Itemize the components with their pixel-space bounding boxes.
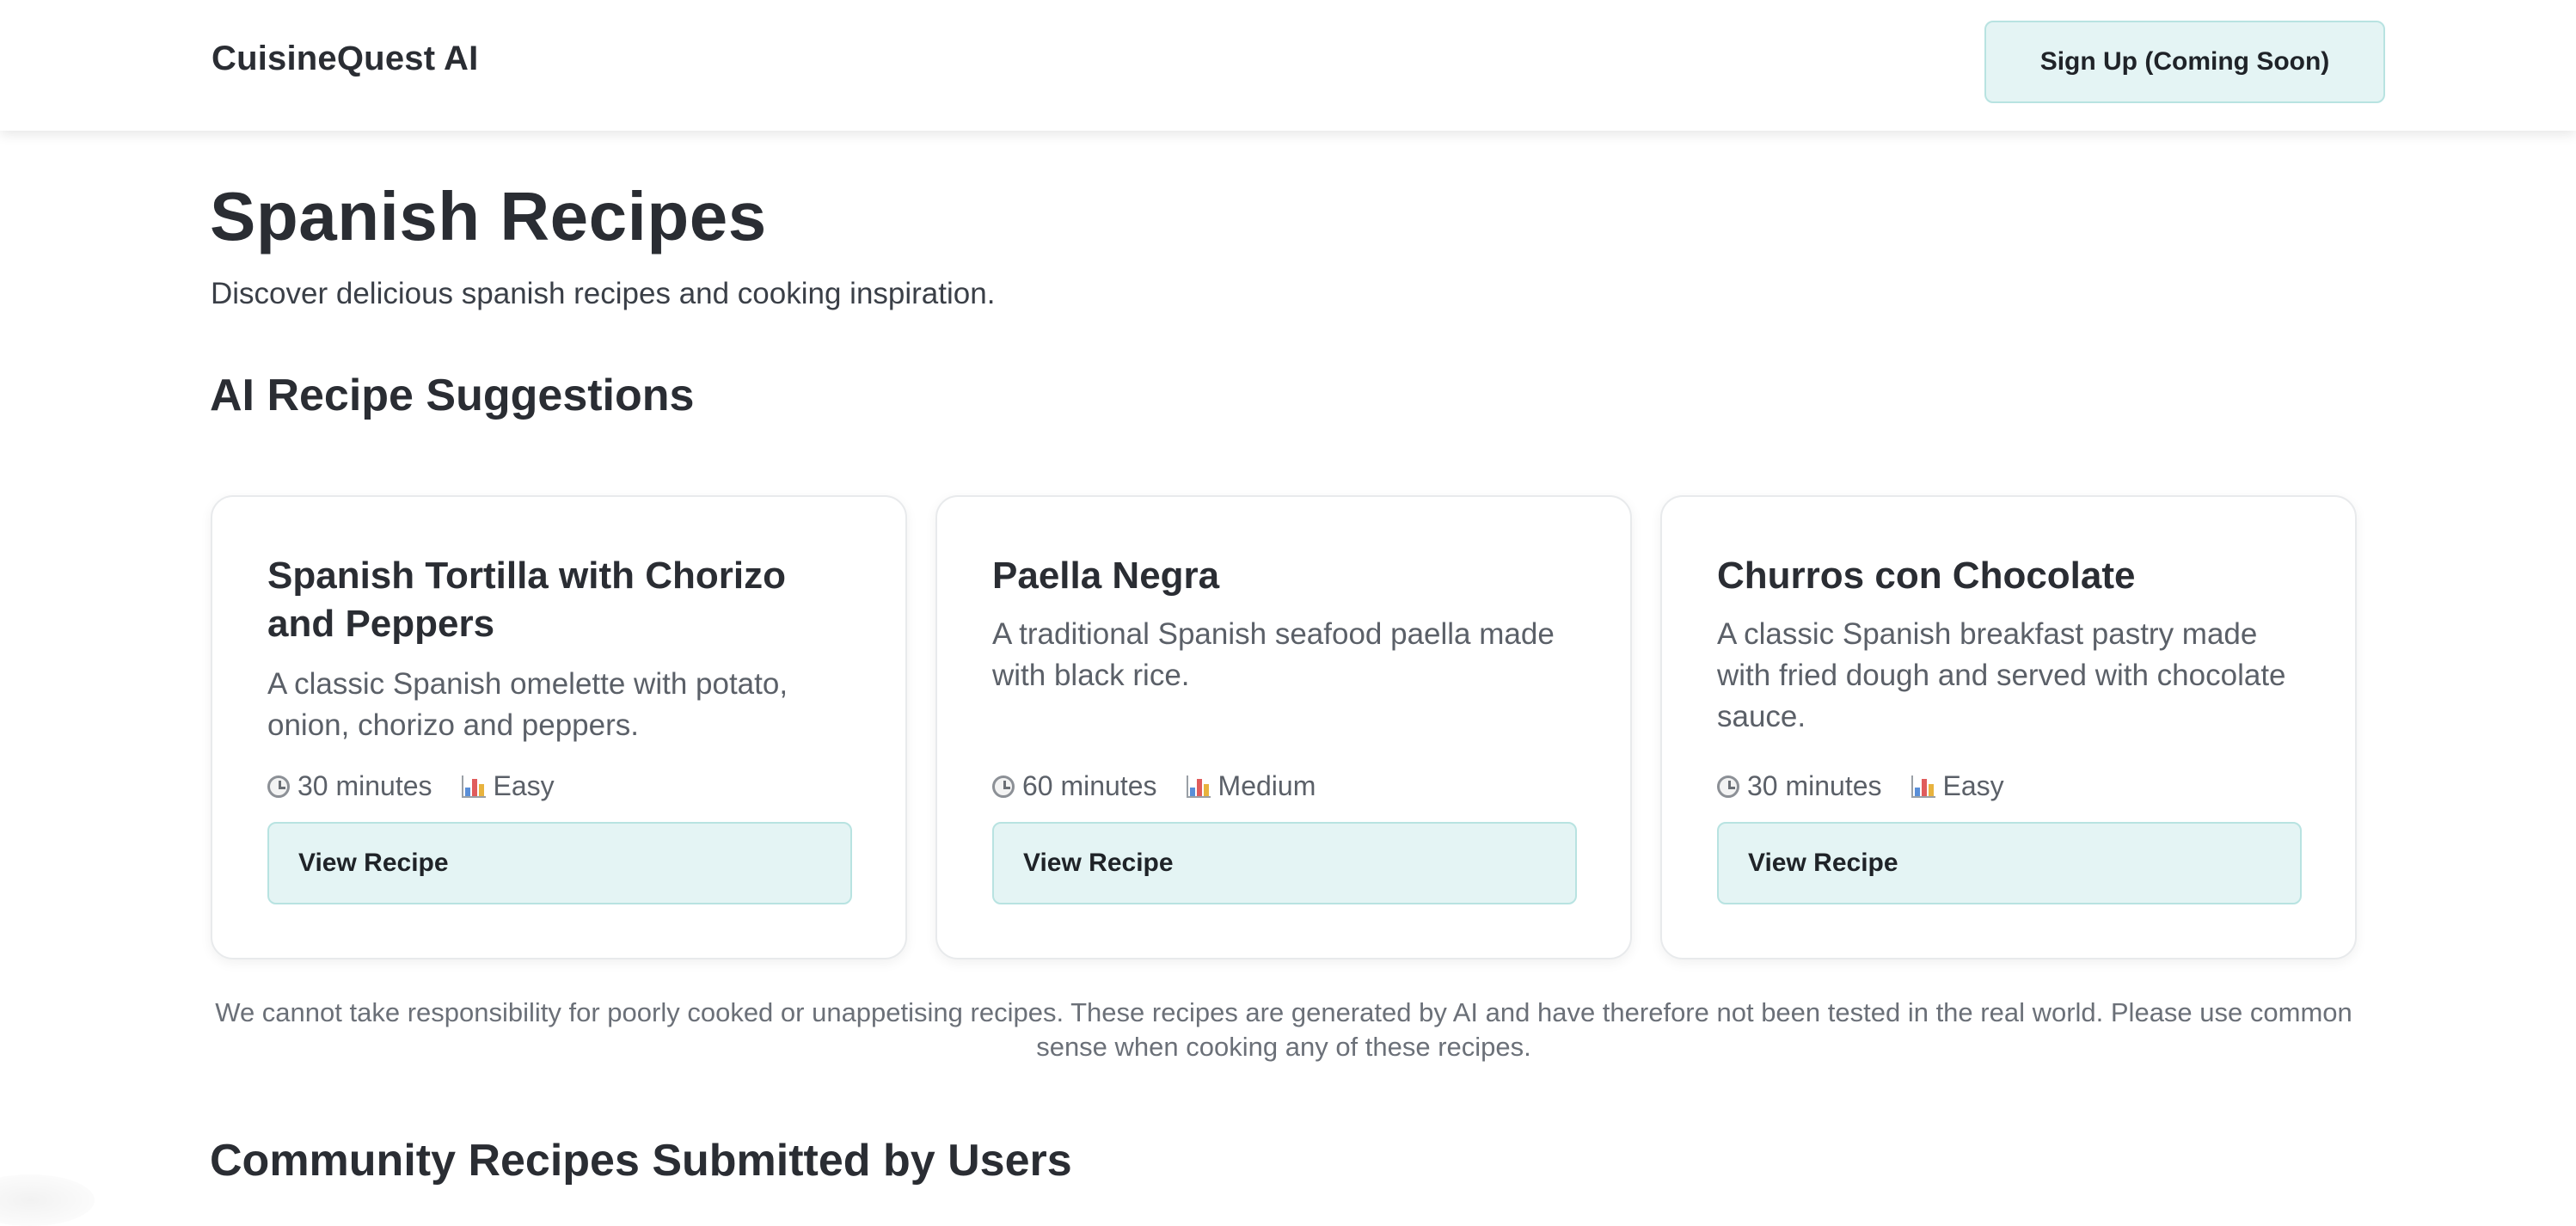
- view-recipe-button[interactable]: View Recipe: [267, 822, 852, 904]
- page-title: Spanish Recipes: [210, 178, 767, 254]
- recipe-difficulty-text: Easy: [493, 770, 555, 801]
- community-recipes-heading: Community Recipes Submitted by Users: [210, 1136, 1072, 1186]
- recipe-title: Spanish Tortilla with Chorizo and Pepper…: [267, 555, 786, 645]
- recipe-card: Spanish Tortilla with Chorizo and Pepper…: [211, 495, 907, 959]
- view-recipe-button[interactable]: View Recipe: [992, 822, 1577, 904]
- page-subtitle: Discover delicious spanish recipes and c…: [211, 277, 996, 310]
- brand-logo-text[interactable]: CuisineQuest AI: [212, 40, 478, 78]
- view-recipe-button[interactable]: View Recipe: [1717, 822, 2302, 904]
- top-navbar: CuisineQuest AI Sign Up (Coming Soon): [0, 0, 2576, 131]
- recipe-meta: 60 minutes Medium: [992, 770, 1345, 802]
- recipe-description: A traditional Spanish seafood paella mad…: [992, 617, 1555, 692]
- sign-up-button[interactable]: Sign Up (Coming Soon): [1984, 21, 2385, 103]
- clock-icon: [1717, 775, 1739, 798]
- corner-shadow: [0, 1174, 95, 1226]
- recipe-time: 30 minutes: [1717, 770, 1882, 802]
- recipe-meta: 30 minutes Easy: [267, 770, 584, 802]
- recipe-difficulty: Easy: [1911, 770, 2004, 802]
- recipe-time-text: 30 minutes: [297, 770, 432, 801]
- bar-chart-icon: [1186, 775, 1211, 798]
- recipe-description: A classic Spanish omelette with potato, …: [267, 667, 788, 742]
- recipe-difficulty-text: Medium: [1217, 770, 1316, 801]
- recipe-difficulty-text: Easy: [1942, 770, 2004, 801]
- recipe-card: Churros con Chocolate A classic Spanish …: [1660, 495, 2357, 959]
- bar-chart-icon: [461, 775, 486, 798]
- recipe-title: Churros con Chocolate: [1717, 555, 2136, 597]
- recipe-difficulty: Medium: [1186, 770, 1316, 802]
- clock-icon: [267, 775, 290, 798]
- ai-disclaimer: We cannot take responsibility for poorly…: [215, 997, 2352, 1062]
- recipe-description: A classic Spanish breakfast pastry made …: [1717, 617, 2286, 733]
- recipe-title: Paella Negra: [992, 555, 1220, 597]
- recipe-card: Paella Negra A traditional Spanish seafo…: [935, 495, 1632, 959]
- clock-icon: [992, 775, 1015, 798]
- recipe-difficulty: Easy: [461, 770, 555, 802]
- ai-suggestions-heading: AI Recipe Suggestions: [210, 371, 695, 420]
- bar-chart-icon: [1911, 775, 1935, 798]
- recipe-meta: 30 minutes Easy: [1717, 770, 2033, 802]
- recipe-time-text: 60 minutes: [1022, 770, 1157, 801]
- recipe-time-text: 30 minutes: [1747, 770, 1882, 801]
- recipe-time: 30 minutes: [267, 770, 432, 802]
- recipe-time: 60 minutes: [992, 770, 1157, 802]
